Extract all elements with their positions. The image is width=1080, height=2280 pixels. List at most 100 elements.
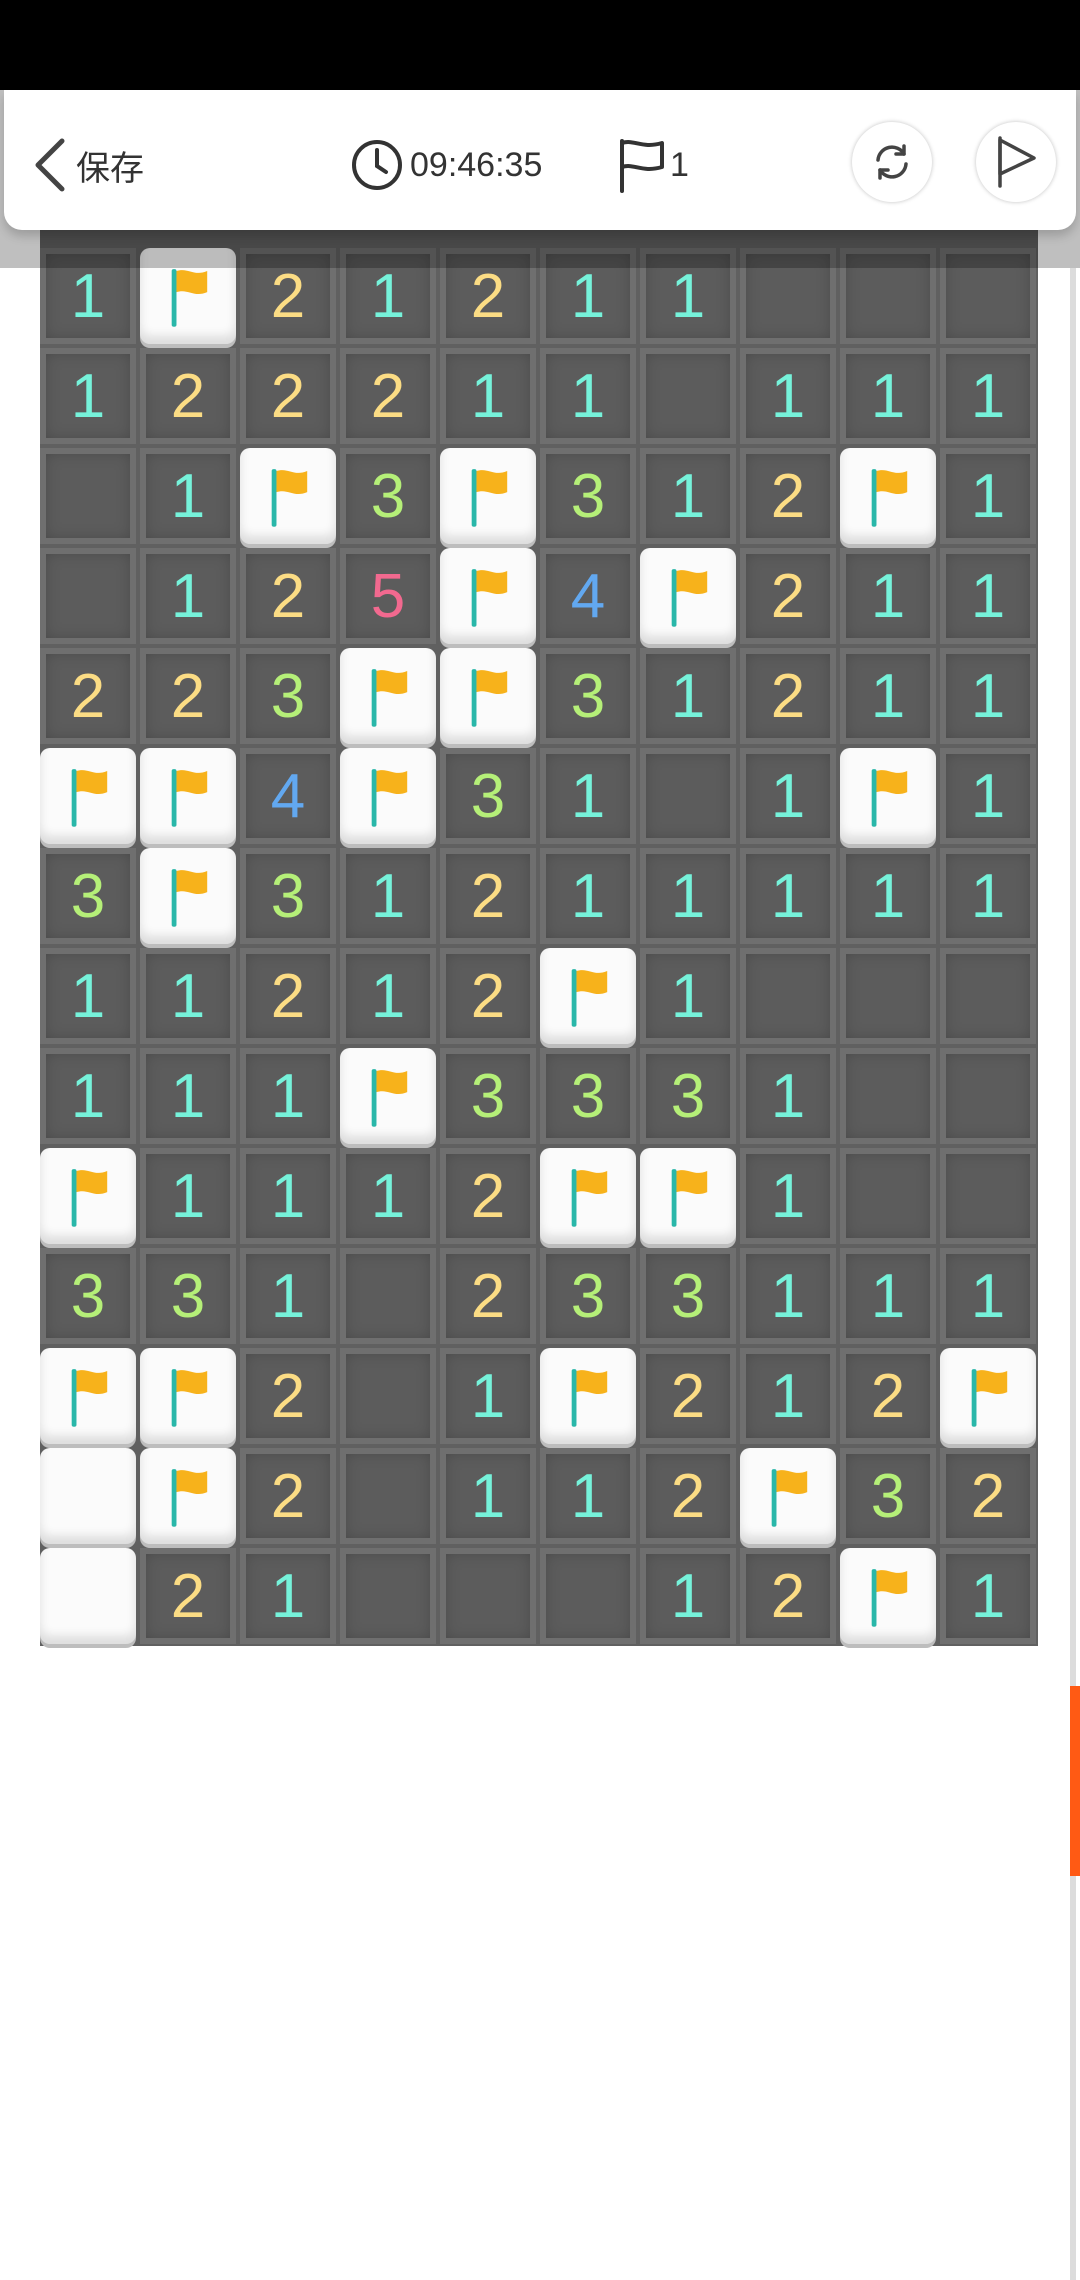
number-cell[interactable]: 2: [240, 1448, 336, 1544]
unopened-cell[interactable]: [40, 1548, 136, 1644]
number-cell[interactable]: 1: [740, 1348, 836, 1444]
number-cell[interactable]: 3: [640, 1248, 736, 1344]
number-cell[interactable]: 3: [440, 1048, 536, 1144]
number-cell[interactable]: 1: [740, 848, 836, 944]
number-cell[interactable]: 1: [940, 748, 1036, 844]
flagged-cell[interactable]: [840, 748, 936, 844]
empty-cell[interactable]: [840, 1048, 936, 1144]
flag-mode-button[interactable]: [976, 122, 1056, 202]
number-cell[interactable]: 1: [940, 848, 1036, 944]
number-cell[interactable]: 2: [640, 1448, 736, 1544]
flagged-cell[interactable]: [140, 1448, 236, 1544]
number-cell[interactable]: 1: [440, 1348, 536, 1444]
number-cell[interactable]: 1: [840, 548, 936, 644]
number-cell[interactable]: 1: [940, 448, 1036, 544]
number-cell[interactable]: 1: [140, 948, 236, 1044]
number-cell[interactable]: 1: [940, 1248, 1036, 1344]
number-cell[interactable]: 1: [740, 748, 836, 844]
empty-cell[interactable]: [40, 448, 136, 544]
number-cell[interactable]: 2: [940, 1448, 1036, 1544]
flagged-cell[interactable]: [140, 748, 236, 844]
number-cell[interactable]: 2: [240, 348, 336, 444]
number-cell[interactable]: 2: [240, 1348, 336, 1444]
number-cell[interactable]: 2: [340, 348, 436, 444]
number-cell[interactable]: 2: [40, 648, 136, 744]
number-cell[interactable]: 1: [840, 848, 936, 944]
empty-cell[interactable]: [340, 1548, 436, 1644]
number-cell[interactable]: 3: [540, 1048, 636, 1144]
number-cell[interactable]: 2: [440, 1148, 536, 1244]
number-cell[interactable]: 1: [440, 1448, 536, 1544]
number-cell[interactable]: 3: [440, 748, 536, 844]
flagged-cell[interactable]: [940, 1348, 1036, 1444]
number-cell[interactable]: 2: [440, 1248, 536, 1344]
number-cell[interactable]: 5: [340, 548, 436, 644]
flagged-cell[interactable]: [140, 1348, 236, 1444]
empty-cell[interactable]: [540, 1548, 636, 1644]
scrollbar-track[interactable]: [1070, 268, 1076, 2280]
flagged-cell[interactable]: [140, 848, 236, 944]
empty-cell[interactable]: [340, 1448, 436, 1544]
empty-cell[interactable]: [440, 1548, 536, 1644]
number-cell[interactable]: 2: [140, 1548, 236, 1644]
empty-cell[interactable]: [840, 1148, 936, 1244]
flagged-cell[interactable]: [840, 448, 936, 544]
number-cell[interactable]: 1: [640, 448, 736, 544]
number-cell[interactable]: 1: [240, 1248, 336, 1344]
number-cell[interactable]: 2: [440, 848, 536, 944]
number-cell[interactable]: 1: [40, 1048, 136, 1144]
number-cell[interactable]: 3: [840, 1448, 936, 1544]
number-cell[interactable]: 2: [140, 348, 236, 444]
number-cell[interactable]: 3: [140, 1248, 236, 1344]
number-cell[interactable]: 2: [740, 448, 836, 544]
number-cell[interactable]: 2: [640, 1348, 736, 1444]
number-cell[interactable]: 2: [440, 948, 536, 1044]
number-cell[interactable]: 1: [640, 648, 736, 744]
unopened-cell[interactable]: [40, 1448, 136, 1544]
number-cell[interactable]: 1: [340, 848, 436, 944]
empty-cell[interactable]: [340, 1248, 436, 1344]
flagged-cell[interactable]: [640, 1148, 736, 1244]
number-cell[interactable]: 3: [40, 848, 136, 944]
number-cell[interactable]: 3: [640, 1048, 736, 1144]
number-cell[interactable]: 1: [640, 948, 736, 1044]
number-cell[interactable]: 1: [640, 848, 736, 944]
number-cell[interactable]: 1: [840, 348, 936, 444]
minesweeper-board[interactable]: 1212111222111111331211254211223312114311…: [40, 226, 1038, 1646]
number-cell[interactable]: 2: [740, 648, 836, 744]
number-cell[interactable]: 1: [40, 948, 136, 1044]
refresh-button[interactable]: [852, 122, 932, 202]
flagged-cell[interactable]: [340, 648, 436, 744]
flagged-cell[interactable]: [740, 1448, 836, 1544]
flagged-cell[interactable]: [540, 948, 636, 1044]
number-cell[interactable]: 3: [340, 448, 436, 544]
flagged-cell[interactable]: [40, 1348, 136, 1444]
number-cell[interactable]: 1: [740, 1148, 836, 1244]
number-cell[interactable]: 1: [440, 348, 536, 444]
empty-cell[interactable]: [940, 1148, 1036, 1244]
number-cell[interactable]: 1: [140, 548, 236, 644]
number-cell[interactable]: 1: [140, 1148, 236, 1244]
number-cell[interactable]: 1: [640, 1548, 736, 1644]
flagged-cell[interactable]: [540, 1348, 636, 1444]
number-cell[interactable]: 3: [540, 648, 636, 744]
number-cell[interactable]: 1: [240, 1148, 336, 1244]
flagged-cell[interactable]: [240, 448, 336, 544]
flagged-cell[interactable]: [340, 1048, 436, 1144]
number-cell[interactable]: 2: [240, 948, 336, 1044]
number-cell[interactable]: 1: [840, 648, 936, 744]
flagged-cell[interactable]: [440, 448, 536, 544]
number-cell[interactable]: 1: [240, 1548, 336, 1644]
number-cell[interactable]: 1: [840, 1248, 936, 1344]
scrollbar-thumb[interactable]: [1070, 1686, 1080, 1876]
number-cell[interactable]: 4: [540, 548, 636, 644]
number-cell[interactable]: 1: [340, 1148, 436, 1244]
empty-cell[interactable]: [340, 1348, 436, 1444]
empty-cell[interactable]: [740, 948, 836, 1044]
flagged-cell[interactable]: [440, 648, 536, 744]
number-cell[interactable]: 1: [540, 748, 636, 844]
empty-cell[interactable]: [40, 548, 136, 644]
flagged-cell[interactable]: [40, 748, 136, 844]
number-cell[interactable]: 2: [140, 648, 236, 744]
flagged-cell[interactable]: [540, 1148, 636, 1244]
